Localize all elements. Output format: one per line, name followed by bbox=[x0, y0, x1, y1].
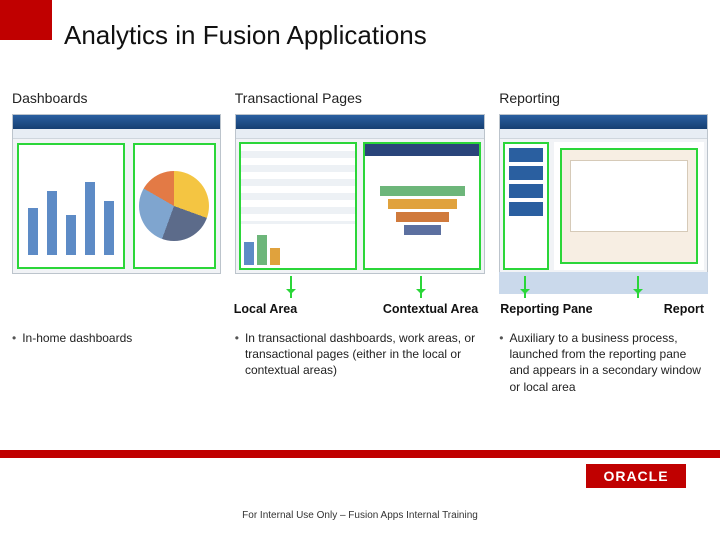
brand-red-block bbox=[0, 0, 52, 40]
column-transactional: Transactional Pages bbox=[235, 90, 486, 274]
bullet-dot-icon: • bbox=[235, 330, 239, 379]
dashboard-pie-widget bbox=[133, 143, 216, 269]
arrow-down-icon bbox=[290, 276, 292, 298]
label-reporting-pane: Reporting Pane bbox=[500, 302, 592, 316]
footer-caption: For Internal Use Only – Fusion Apps Inte… bbox=[0, 510, 720, 521]
sub-labels-row: Local Area Contextual Area Reporting Pan… bbox=[12, 302, 708, 316]
slide-title: Analytics in Fusion Applications bbox=[64, 20, 427, 51]
oracle-logo-text: ORACLE bbox=[586, 464, 686, 488]
label-contextual-area: Contextual Area bbox=[383, 302, 478, 316]
app-header-bar bbox=[236, 115, 485, 129]
report-panel bbox=[554, 142, 704, 270]
mini-bar-chart bbox=[244, 227, 352, 265]
columns-row: Dashboards Transactional Pages bbox=[12, 90, 708, 274]
column-dashboards: Dashboards bbox=[12, 90, 221, 274]
pie-chart-icon bbox=[139, 171, 209, 241]
label-report: Report bbox=[664, 302, 704, 316]
local-area-panel bbox=[239, 142, 357, 270]
bullet-reporting: • Auxiliary to a business process, launc… bbox=[499, 330, 708, 395]
heading-reporting: Reporting bbox=[499, 90, 708, 106]
app-toolbar bbox=[13, 129, 220, 139]
column-reporting: Reporting bbox=[499, 90, 708, 274]
arrow-down-icon bbox=[420, 276, 422, 298]
footer-red-strip bbox=[0, 450, 720, 458]
arrow-down-icon bbox=[637, 276, 639, 298]
app-toolbar bbox=[236, 129, 485, 139]
label-local-area: Local Area bbox=[234, 302, 297, 316]
funnel-chart bbox=[365, 156, 479, 268]
bullet-text: In transactional dashboards, work areas,… bbox=[245, 330, 485, 379]
bullet-dashboards: • In-home dashboards bbox=[12, 330, 221, 346]
app-toolbar bbox=[500, 129, 707, 139]
bullet-transactional: • In transactional dashboards, work area… bbox=[235, 330, 486, 379]
screenshot-reporting bbox=[499, 114, 708, 274]
bullet-dot-icon: • bbox=[499, 330, 503, 395]
screenshot-dashboards bbox=[12, 114, 221, 274]
heading-transactional: Transactional Pages bbox=[235, 90, 486, 106]
arrow-down-icon bbox=[524, 276, 526, 298]
bullet-text: Auxiliary to a business process, launche… bbox=[509, 330, 708, 395]
bullets-row: • In-home dashboards • In transactional … bbox=[12, 330, 708, 395]
reporting-pane-panel bbox=[503, 142, 549, 270]
bullet-dot-icon: • bbox=[12, 330, 16, 346]
dashboard-bar-widget bbox=[17, 143, 125, 269]
app-header-bar bbox=[13, 115, 220, 129]
bullet-text: In-home dashboards bbox=[22, 330, 132, 346]
oracle-logo: ORACLE bbox=[586, 464, 686, 488]
heading-dashboards: Dashboards bbox=[12, 90, 221, 106]
data-grid bbox=[241, 144, 355, 224]
screenshot-transactional bbox=[235, 114, 486, 274]
reporting-bottom-strip bbox=[499, 272, 708, 294]
contextual-area-panel bbox=[363, 142, 481, 270]
app-header-bar bbox=[500, 115, 707, 129]
